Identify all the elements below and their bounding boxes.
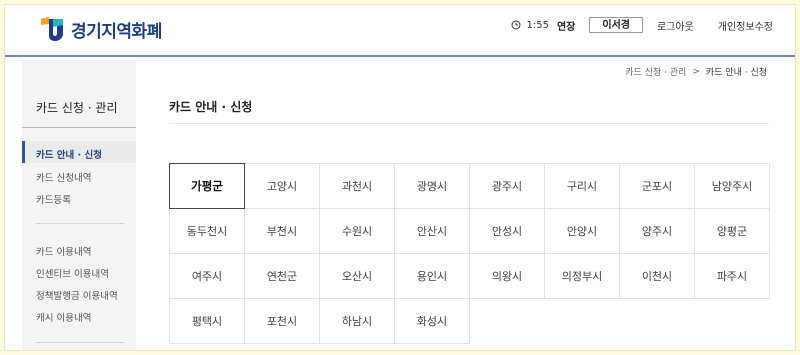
- session-timer: 1:55 연장: [511, 18, 575, 33]
- region-button[interactable]: 수원시: [320, 209, 395, 254]
- clock-icon: [511, 20, 520, 30]
- region-button[interactable]: 양주시: [620, 209, 695, 254]
- breadcrumb-parent[interactable]: 카드 신청 · 관리: [625, 65, 686, 78]
- breadcrumb-separator: >: [692, 66, 700, 77]
- sidebar-item-policy-fund-usage[interactable]: 정책발행금 이용내역: [36, 288, 118, 302]
- region-button[interactable]: 가평군: [169, 163, 245, 209]
- sidebar-divider: [36, 223, 124, 224]
- region-button[interactable]: 고양시: [245, 164, 320, 209]
- region-grid: 가평군 고양시 과천시 광명시 광주시 구리시 군포시 남양주시동두천시 부천시 수원시 안산시 안성…: [169, 163, 770, 344]
- region-button[interactable]: 안성시: [470, 209, 545, 254]
- sidebar: 카드 신청 · 관리 카드 안내 · 신청 카드 신청내역 카드등록 카드 이용…: [22, 60, 136, 350]
- region-button[interactable]: 이천시: [620, 254, 695, 299]
- region-button[interactable]: 의왕시: [470, 254, 545, 299]
- region-button[interactable]: 오산시: [320, 254, 395, 299]
- sidebar-title-divider: [22, 127, 136, 128]
- region-button[interactable]: 양평군: [695, 209, 770, 254]
- region-button[interactable]: 광주시: [470, 164, 545, 209]
- breadcrumb: 카드 신청 · 관리 > 카드 안내 · 신청: [625, 65, 767, 79]
- sidebar-item-card-registration[interactable]: 카드등록: [36, 192, 71, 206]
- site-header: 경기지역화폐 1:55 연장 이서경 로그아웃 개인정보수정: [5, 5, 795, 57]
- session-time: 1:55: [526, 19, 549, 31]
- sidebar-item-incentive-usage[interactable]: 인센티브 이용내역: [36, 266, 109, 280]
- extend-session-button[interactable]: 연장: [557, 18, 575, 33]
- region-button[interactable]: 구리시: [545, 164, 620, 209]
- region-button[interactable]: 안양시: [545, 209, 620, 254]
- region-button[interactable]: 포천시: [245, 299, 320, 344]
- region-button[interactable]: 안산시: [395, 209, 470, 254]
- sidebar-item-card-guide[interactable]: 카드 안내 · 신청: [36, 147, 102, 161]
- region-button[interactable]: 연천군: [245, 254, 320, 299]
- sidebar-divider: [36, 342, 124, 343]
- sidebar-item-cash-usage[interactable]: 캐시 이용내역: [36, 310, 91, 324]
- page-frame: 경기지역화폐 1:55 연장 이서경 로그아웃 개인정보수정 카드 신청 · 관…: [4, 4, 796, 351]
- sidebar-item-card-application-history[interactable]: 카드 신청내역: [36, 170, 91, 184]
- sidebar-active-indicator: [22, 141, 25, 163]
- user-name-badge: 이서경: [589, 17, 643, 33]
- page-title: 카드 안내 · 신청: [169, 100, 253, 114]
- sidebar-title: 카드 신청 · 관리: [36, 101, 118, 115]
- region-button[interactable]: 여주시: [170, 254, 245, 299]
- region-button[interactable]: 부천시: [245, 209, 320, 254]
- region-button[interactable]: 하남시: [320, 299, 395, 344]
- region-button[interactable]: 광명시: [395, 164, 470, 209]
- region-button[interactable]: 평택시: [170, 299, 245, 344]
- logo-mark-icon: [41, 17, 63, 41]
- breadcrumb-current: 카드 안내 · 신청: [705, 68, 767, 78]
- utility-bar: 1:55 연장 이서경 로그아웃 개인정보수정: [511, 17, 773, 33]
- region-button[interactable]: 남양주시: [695, 164, 770, 209]
- logout-link[interactable]: 로그아웃: [657, 18, 694, 33]
- region-button[interactable]: 의정부시: [545, 254, 620, 299]
- region-button[interactable]: 화성시: [395, 299, 470, 344]
- sidebar-item-card-usage[interactable]: 카드 이용내역: [36, 244, 91, 258]
- region-button[interactable]: 군포시: [620, 164, 695, 209]
- logo-text: 경기지역화폐: [71, 21, 162, 42]
- region-button[interactable]: 파주시: [695, 254, 770, 299]
- page-title-divider: [169, 123, 769, 124]
- region-button[interactable]: 과천시: [320, 164, 395, 209]
- edit-profile-link[interactable]: 개인정보수정: [718, 18, 773, 33]
- logo[interactable]: 경기지역화폐: [39, 15, 162, 43]
- region-button[interactable]: 동두천시: [170, 209, 245, 254]
- region-button[interactable]: 용인시: [395, 254, 470, 299]
